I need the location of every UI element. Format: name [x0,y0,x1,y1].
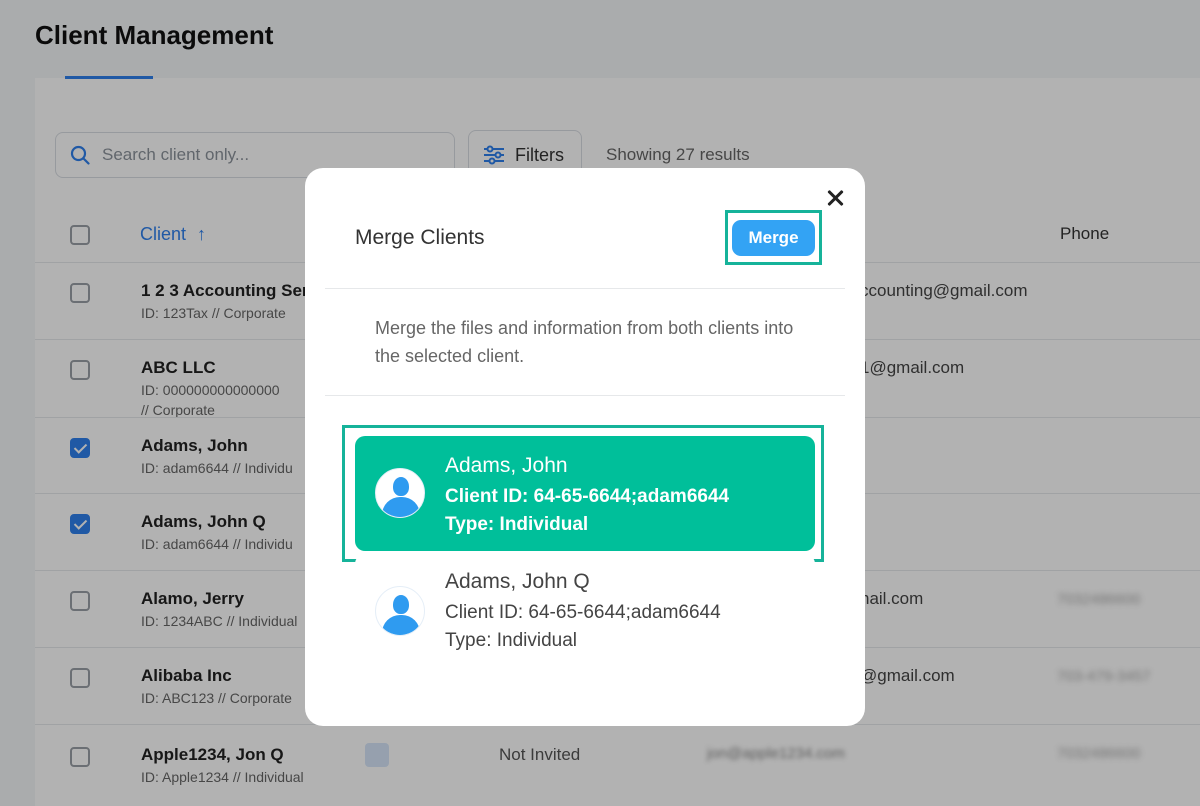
client-option-id: Client ID: 64-65-6644;adam6644 [445,486,730,507]
merge-clients-dialog: Merge Clients Merge Merge the files and … [305,168,865,726]
dialog-description: Merge the files and information from bot… [375,318,794,366]
close-icon[interactable] [823,186,847,210]
client-option-type: Type: Individual [445,514,589,535]
client-option-name: Adams, John Q [445,570,590,593]
user-avatar-icon [375,586,425,636]
client-option-selected[interactable]: Adams, John Client ID: 64-65-6644;adam66… [355,436,815,551]
client-option-type: Type: Individual [445,630,578,651]
dialog-title: Merge Clients [355,226,485,249]
divider [325,395,845,396]
client-option-id: Client ID: 64-65-6644;adam6644 [445,602,721,623]
client-option-name: Adams, John [445,454,568,477]
divider [325,288,845,289]
merge-button[interactable]: Merge [732,220,815,256]
client-option[interactable]: Adams, John Q Client ID: 64-65-6644;adam… [355,554,815,669]
user-avatar-icon [375,468,425,518]
